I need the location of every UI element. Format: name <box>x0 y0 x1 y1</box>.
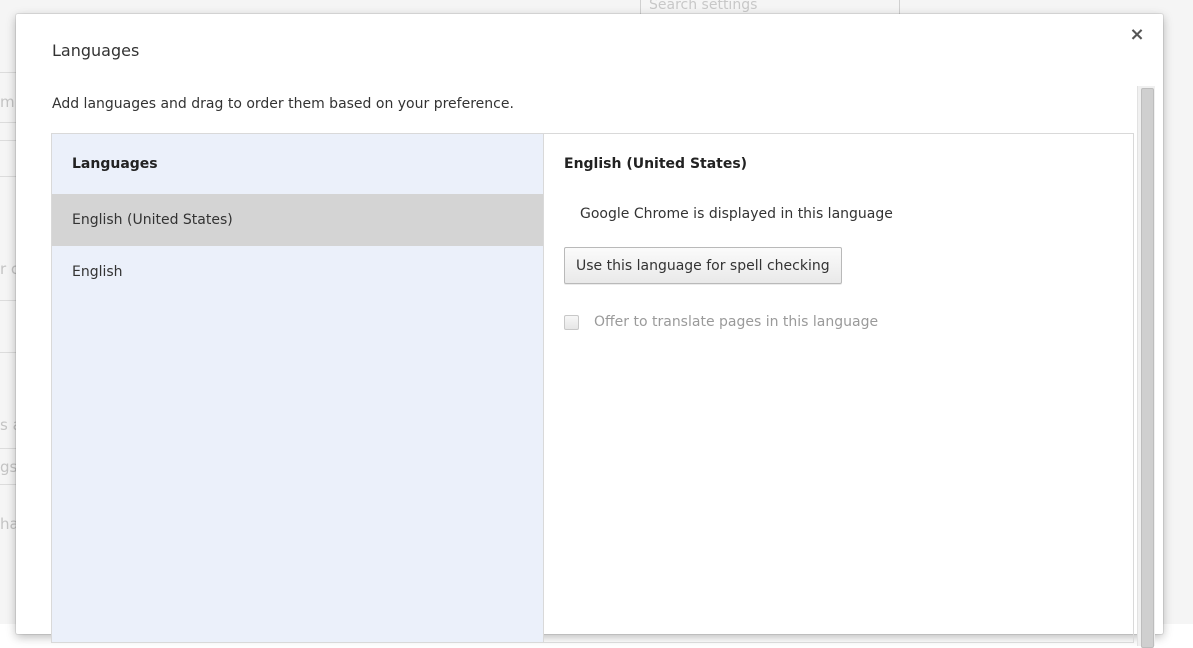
language-item-english[interactable]: English <box>52 246 543 298</box>
offer-translate-label: Offer to translate pages in this languag… <box>594 314 879 330</box>
languages-panel: Languages English (United States) Englis… <box>51 133 1134 643</box>
language-item-english-united-states[interactable]: English (United States) <box>52 194 543 246</box>
dialog-title: Languages <box>52 41 140 60</box>
language-detail-pane: English (United States) Google Chrome is… <box>544 134 1133 642</box>
selected-language-title: English (United States) <box>564 156 748 172</box>
language-list-header: Languages <box>72 156 158 172</box>
offer-translate-row: Offer to translate pages in this languag… <box>564 314 878 330</box>
language-list: Languages English (United States) Englis… <box>52 134 544 642</box>
spell-check-language-button[interactable]: Use this language for spell checking <box>564 247 842 284</box>
dialog-scrollbar-thumb[interactable] <box>1141 88 1154 648</box>
display-language-note: Google Chrome is displayed in this langu… <box>580 206 893 222</box>
languages-dialog: Languages × Add languages and drag to or… <box>16 14 1163 648</box>
offer-translate-checkbox[interactable] <box>564 314 579 330</box>
background-text-fragment: m <box>0 93 15 111</box>
close-icon[interactable]: × <box>1129 26 1145 44</box>
dialog-scrollbar-track[interactable] <box>1137 86 1155 648</box>
background-text-fragment: gs <box>0 458 18 476</box>
dialog-description: Add languages and drag to order them bas… <box>52 96 514 112</box>
background-search-input: Search settings <box>640 0 900 14</box>
